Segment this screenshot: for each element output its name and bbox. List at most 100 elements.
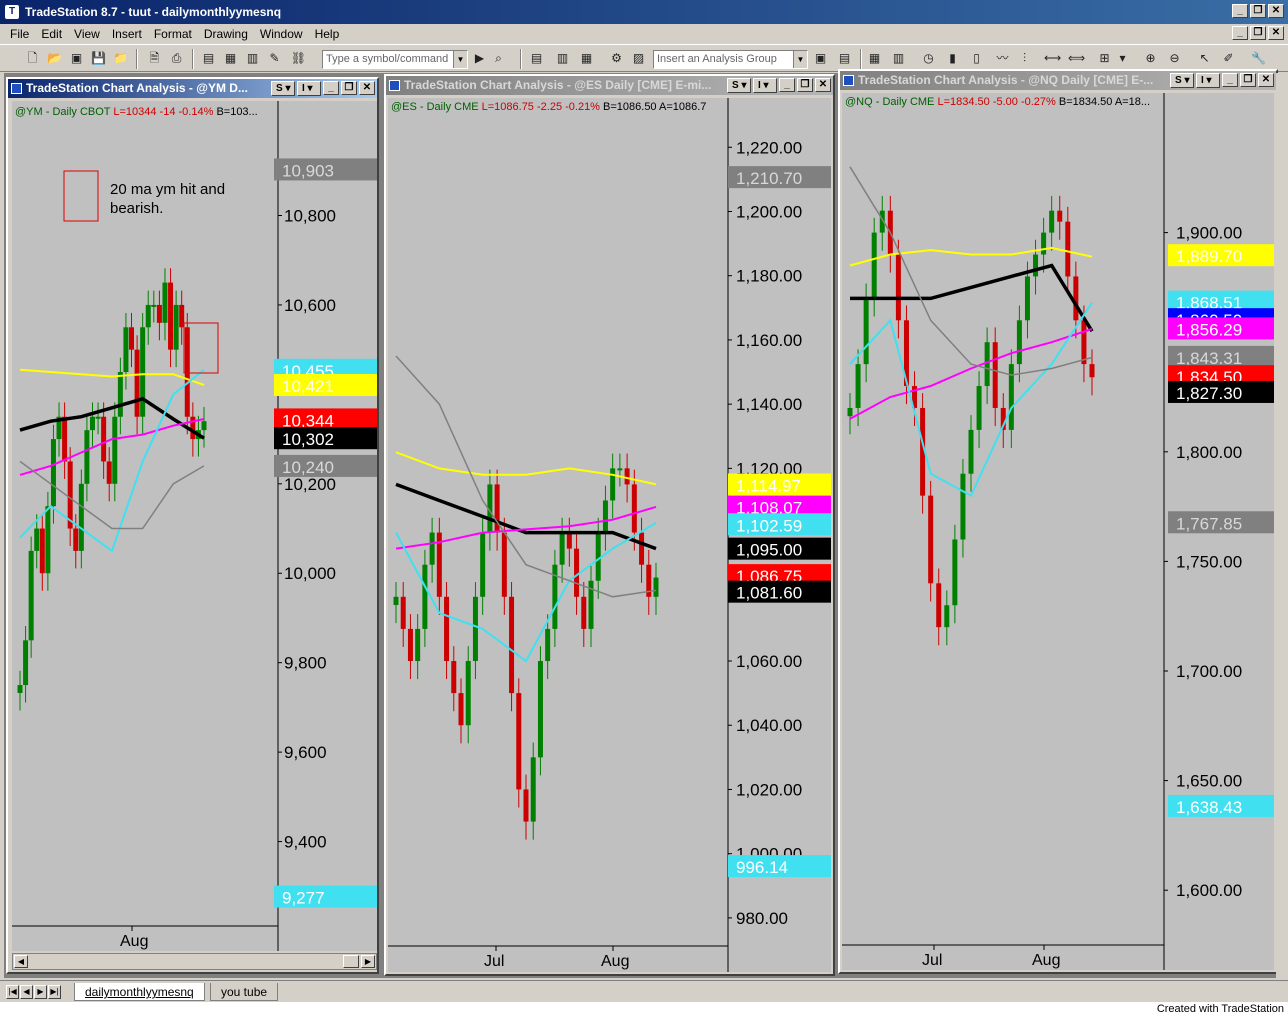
candlestick-icon[interactable]: ⫶	[1016, 50, 1033, 67]
compress-icon[interactable]: ⟺	[1068, 50, 1085, 67]
workspace-icon[interactable]: ▣	[68, 50, 85, 67]
symbol-lookup-icon[interactable]: ⌕	[490, 50, 507, 67]
menu-format[interactable]: Format	[148, 27, 198, 41]
chevron-down-icon[interactable]: ▼	[453, 51, 467, 68]
menu-help[interactable]: Help	[309, 27, 346, 41]
symbol-link-selector[interactable]: S ▾	[727, 78, 751, 93]
menu-insert[interactable]: Insert	[106, 27, 148, 41]
analysis-group-input[interactable]: Insert an Analysis Group ▼	[653, 50, 808, 69]
chart-restore-button[interactable]: ❐	[797, 78, 813, 92]
menu-edit[interactable]: Edit	[35, 27, 68, 41]
chart-close-button[interactable]: ✕	[1258, 73, 1274, 87]
pointer-icon[interactable]: ↖	[1196, 50, 1213, 67]
strategy-icon[interactable]: ▥	[554, 50, 571, 67]
format-icon[interactable]: ▨	[630, 50, 647, 67]
bar-chart-icon[interactable]: ▮	[944, 50, 961, 67]
menu-drawing[interactable]: Drawing	[198, 27, 254, 41]
first-tab-icon[interactable]: |◀	[6, 985, 19, 999]
chart-plot-ym[interactable]: @YM - Daily CBOT L=10344 -14 -0.14% B=10…	[12, 101, 377, 951]
chart-canvas-nq[interactable]: @NQ - Daily CME L=1834.50 -5.00 -0.27% B…	[842, 93, 1274, 970]
zoom-out-icon[interactable]: ⊖	[1166, 50, 1183, 67]
candle-chart-icon[interactable]: ▯	[968, 50, 985, 67]
print-icon[interactable]: ⎙	[168, 50, 185, 67]
link-icon[interactable]: ⛓	[290, 50, 307, 67]
interval-link-selector[interactable]: I ▾	[297, 81, 321, 96]
chart-minimize-button[interactable]: _	[1222, 73, 1238, 87]
new-icon[interactable]: 🗋	[24, 50, 41, 67]
tab-you-tube[interactable]: you tube	[210, 983, 279, 1001]
menu-file[interactable]: File	[4, 27, 35, 41]
chart-canvas-es[interactable]: @ES - Daily CME L=1086.75 -2.25 -0.21% B…	[388, 98, 831, 972]
analysis-icon[interactable]: ⚙	[608, 50, 625, 67]
play-icon[interactable]: ▶	[471, 50, 488, 67]
wrench-icon[interactable]: 🔧	[1250, 50, 1267, 67]
prev-tab-icon[interactable]: ◀	[20, 985, 33, 999]
doc-close-button[interactable]: ✕	[1268, 26, 1284, 40]
chevron-down-icon[interactable]: ▼	[793, 51, 807, 68]
chart-close-button[interactable]: ✕	[815, 78, 831, 92]
symbol-input[interactable]: Type a symbol/command ▼	[322, 50, 468, 69]
line-chart-icon[interactable]: 〰	[994, 50, 1011, 67]
zoom-in-icon[interactable]: ⊕	[1142, 50, 1159, 67]
restore-button[interactable]: ❐	[1250, 4, 1266, 18]
grid-icon[interactable]: ⊞	[1096, 50, 1113, 67]
candle-up	[34, 528, 40, 551]
status-bar: Created with TradeStation	[0, 1002, 1288, 1017]
candle-down	[936, 583, 942, 628]
open-icon[interactable]: 📂	[46, 50, 63, 67]
tools-icon[interactable]: ✎	[266, 50, 283, 67]
price-tag-label: 1,081.60	[736, 584, 802, 603]
menu-view[interactable]: View	[68, 27, 106, 41]
chart-plot-es[interactable]: @ES - Daily CME L=1086.75 -2.25 -0.21% B…	[388, 98, 831, 972]
next-tab-icon[interactable]: ▶	[34, 985, 47, 999]
chart-window-ym[interactable]: TradeStation Chart Analysis - @YM D... S…	[6, 77, 379, 974]
app-title: TradeStation 8.7 - tuut - dailymonthlyym…	[25, 5, 282, 19]
doc-restore-button[interactable]: ❐	[1250, 26, 1266, 40]
price-tag-label: 10,903	[282, 161, 334, 180]
chart-close-button[interactable]: ✕	[359, 81, 375, 95]
chart-minimize-button[interactable]: _	[779, 78, 795, 92]
indicator-icon[interactable]: ▤	[528, 50, 545, 67]
workspace-scrollbar[interactable]	[1276, 73, 1284, 978]
price-tag-label: 1,856.29	[1176, 320, 1242, 339]
chart-window-es[interactable]: TradeStation Chart Analysis - @ES Daily …	[384, 74, 835, 976]
symbol-link-selector[interactable]: S ▾	[1170, 73, 1194, 88]
save-icon[interactable]: 💾	[90, 50, 107, 67]
menu-window[interactable]: Window	[254, 27, 309, 41]
chart-window-icon[interactable]: ▤	[200, 50, 217, 67]
scroll-left-icon[interactable]: ◀	[14, 955, 28, 968]
scroll-right-icon[interactable]: ▶	[361, 955, 375, 968]
radar-icon[interactable]: ▦	[222, 50, 239, 67]
chart-restore-button[interactable]: ❐	[341, 81, 357, 95]
print-preview-icon[interactable]: 🗎	[146, 50, 163, 67]
remove-group-icon[interactable]: ▤	[836, 50, 853, 67]
last-tab-icon[interactable]: ▶|	[48, 985, 61, 999]
close-button[interactable]: ✕	[1268, 4, 1284, 18]
chart-plot-nq[interactable]: @NQ - Daily CME L=1834.50 -5.00 -0.27% B…	[842, 93, 1274, 970]
chart-restore-button[interactable]: ❐	[1240, 73, 1256, 87]
save-group-icon[interactable]: ▣	[812, 50, 829, 67]
matrix-icon[interactable]: ▥	[244, 50, 261, 67]
doc-minimize-button[interactable]: _	[1232, 26, 1248, 40]
interval-link-selector[interactable]: I ▾	[753, 78, 777, 93]
chart-canvas-ym[interactable]: @YM - Daily CBOT L=10344 -14 -0.14% B=10…	[12, 101, 377, 951]
symbol-link-selector[interactable]: S ▾	[271, 81, 295, 96]
data-icon[interactable]: ▥	[890, 50, 907, 67]
scroll-thumb[interactable]	[343, 955, 359, 968]
chart-window-es-title: TradeStation Chart Analysis - @ES Daily …	[404, 78, 712, 92]
folder-icon[interactable]: 📁	[112, 50, 129, 67]
horizontal-scrollbar[interactable]: ◀ ▶	[12, 953, 377, 970]
chart-minimize-button[interactable]: _	[323, 81, 339, 95]
interval-link-selector[interactable]: I ▾	[1196, 73, 1220, 88]
minimize-button[interactable]: _	[1232, 4, 1248, 18]
scanner-icon[interactable]: ▦	[578, 50, 595, 67]
chevron-down-icon[interactable]: ▾	[1114, 50, 1131, 67]
tab-dailymonthlyymesnq[interactable]: dailymonthlyymesnq	[74, 983, 205, 1001]
y-tick-label: 1,220.00	[736, 138, 802, 157]
chart-window-nq[interactable]: TradeStation Chart Analysis - @NQ Daily …	[838, 69, 1278, 974]
expand-icon[interactable]: ⟷	[1044, 50, 1061, 67]
chart-style-icon[interactable]: ▦	[866, 50, 883, 67]
candle-up	[393, 596, 399, 606]
clock-icon[interactable]: ◷	[920, 50, 937, 67]
drawing-tool-icon[interactable]: ✐	[1220, 50, 1237, 67]
